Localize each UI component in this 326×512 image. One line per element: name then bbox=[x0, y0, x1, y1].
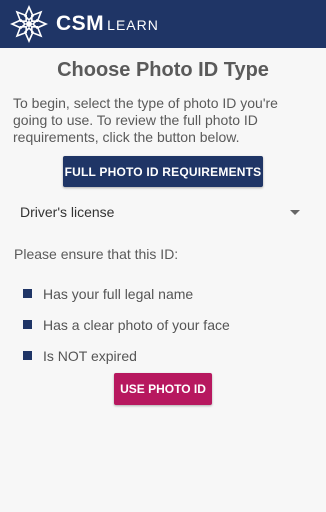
app-header: CSM LEARN bbox=[0, 0, 326, 48]
brand-name: CSM bbox=[56, 12, 105, 35]
list-item-label: Has a clear photo of your face bbox=[43, 316, 230, 333]
square-bullet-icon bbox=[23, 289, 32, 298]
list-item: Is NOT expired bbox=[23, 340, 230, 371]
brand-subtitle: LEARN bbox=[107, 17, 159, 33]
list-item: Has a clear photo of your face bbox=[23, 309, 230, 340]
full-requirements-button[interactable]: FULL PHOTO ID REQUIREMENTS bbox=[63, 156, 263, 187]
star-logo-icon bbox=[10, 5, 48, 43]
page-title: Choose Photo ID Type bbox=[57, 59, 269, 81]
id-type-selected-value: Driver's license bbox=[20, 204, 115, 220]
ensure-text: Please ensure that this ID: bbox=[14, 246, 179, 262]
list-item: Has your full legal name bbox=[23, 278, 230, 309]
square-bullet-icon bbox=[23, 351, 32, 360]
list-item-label: Has your full legal name bbox=[43, 285, 194, 302]
intro-text: To begin, select the type of photo ID yo… bbox=[13, 95, 278, 145]
list-item-label: Is NOT expired bbox=[43, 347, 137, 364]
brand-logo: CSM LEARN bbox=[56, 12, 159, 36]
use-photo-id-button[interactable]: USE PHOTO ID bbox=[114, 373, 212, 405]
square-bullet-icon bbox=[23, 320, 32, 329]
id-checklist: Has your full legal name Has a clear pho… bbox=[23, 278, 230, 371]
caret-down-icon bbox=[290, 209, 300, 215]
id-type-select[interactable]: Driver's license bbox=[14, 198, 304, 226]
